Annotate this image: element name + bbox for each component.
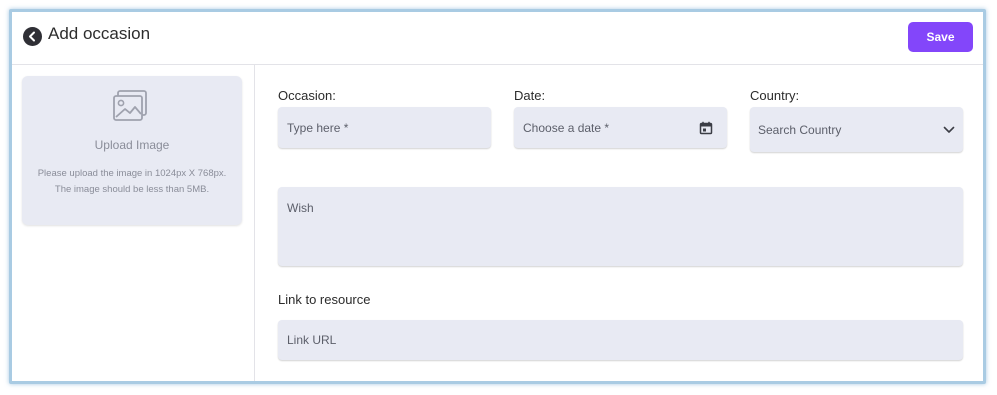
- link-label: Link to resource: [278, 292, 371, 307]
- image-icon: [113, 90, 147, 121]
- country-select[interactable]: Search Country: [750, 107, 963, 152]
- wish-textarea[interactable]: [278, 187, 963, 266]
- image-upload-dropzone[interactable]: Upload Image Please upload the image in …: [22, 76, 242, 225]
- chevron-down-icon: [943, 126, 955, 133]
- upload-title: Upload Image: [94, 138, 170, 152]
- country-label: Country:: [750, 88, 800, 103]
- upload-help-text: Please upload the image in 1024px X 768p…: [37, 168, 227, 195]
- chevron-left-icon: [29, 31, 35, 42]
- occasion-input[interactable]: [278, 107, 491, 148]
- sidebar: Upload Image Please upload the image in …: [12, 65, 255, 381]
- wish-field-wrapper: [278, 187, 963, 266]
- link-url-input[interactable]: [278, 320, 963, 360]
- page-title: Add occasion: [48, 24, 151, 43]
- occasion-label: Occasion:: [278, 88, 336, 103]
- country-select-placeholder: Search Country: [758, 123, 842, 137]
- page-header: Add occasion Save: [12, 12, 983, 65]
- occasion-field-wrapper: [278, 107, 491, 148]
- app-frame: Add occasion Save Upload Image Please up…: [9, 9, 986, 384]
- link-field-wrapper: [278, 320, 963, 360]
- date-input[interactable]: [514, 107, 727, 148]
- back-button[interactable]: [23, 27, 42, 46]
- calendar-icon[interactable]: [699, 121, 713, 135]
- date-field-wrapper: [514, 107, 727, 148]
- date-label: Date:: [514, 88, 546, 103]
- save-button[interactable]: Save: [908, 22, 973, 52]
